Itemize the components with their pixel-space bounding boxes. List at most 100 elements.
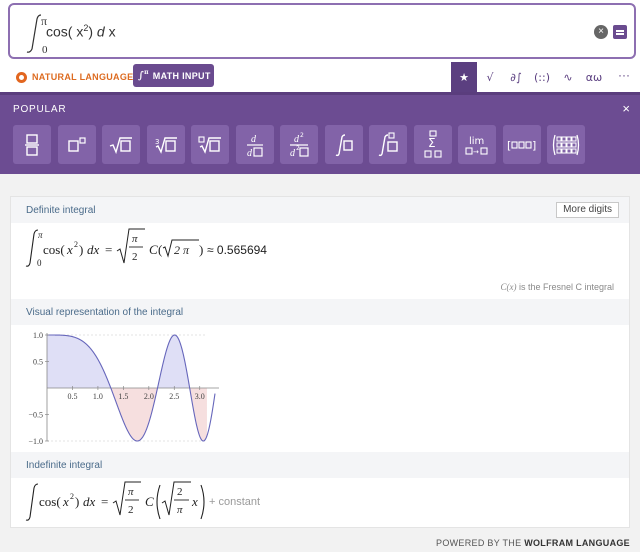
- x-tick-label-3: 2.0: [144, 392, 154, 401]
- y-tick-label-3: 1.0: [33, 331, 43, 340]
- expr-close: ): [88, 23, 94, 40]
- calculus-icon[interactable]: ∂∫: [503, 62, 529, 92]
- svg-text:lim: lim: [469, 136, 484, 147]
- keyboard-tabs: ★ √ ∂∫ (::) ∿ αω: [451, 62, 607, 92]
- limit-icon: lim→: [465, 136, 488, 156]
- def-var: x: [66, 242, 73, 257]
- fresnel-c: C(x): [500, 282, 517, 292]
- svg-text:d: d: [247, 148, 253, 158]
- indef-pi: π: [128, 486, 134, 498]
- svg-text:2: 2: [296, 145, 300, 152]
- sum-icon: Σ: [423, 129, 442, 158]
- derivative-icon: dd: [246, 134, 263, 158]
- clear-icon[interactable]: ×: [594, 25, 608, 39]
- positive-area-0: [47, 335, 111, 388]
- def-pi: π: [132, 233, 138, 245]
- math-input-icon: ∫π: [138, 69, 149, 82]
- svg-text:]: ]: [532, 139, 536, 152]
- indef-exp: 2: [70, 492, 74, 501]
- matrix-button[interactable]: [547, 125, 585, 164]
- algebra-icon[interactable]: √: [477, 62, 503, 92]
- definite-integral-button[interactable]: [369, 125, 407, 164]
- definite-integral-result: π 0 cos( x 2 ) dx = π 2 C ( 2 π ) ≈ 0.56…: [25, 228, 267, 268]
- svg-text:[: [: [507, 139, 511, 152]
- indef-dx: dx: [83, 494, 96, 509]
- indef-func: cos(: [39, 494, 61, 509]
- compute-button[interactable]: [613, 25, 627, 39]
- nth-root-button[interactable]: [191, 125, 229, 164]
- def-upper: π: [38, 230, 43, 240]
- power-button[interactable]: [57, 125, 96, 164]
- integral-button[interactable]: [324, 125, 363, 164]
- more-icon[interactable]: ···: [618, 68, 630, 82]
- list-button[interactable]: []: [502, 125, 541, 164]
- math-input-label: MATH INPUT: [152, 70, 211, 81]
- x-tick-label-1: 1.0: [93, 392, 103, 401]
- math-input-field[interactable]: π 0 cos( x2) d x ×: [8, 3, 636, 59]
- definite-integral-icon: [378, 131, 398, 156]
- natural-language-icon: [16, 71, 27, 83]
- limit-button[interactable]: lim →: [458, 125, 496, 164]
- y-tick-label-1: −0.5: [28, 411, 43, 420]
- indef-constant: + constant: [209, 496, 260, 508]
- integrand[interactable]: cos( x2) d x: [46, 23, 116, 40]
- popular-palette: POPULAR × 3 dd d2d2 Σ lim → []: [0, 92, 640, 174]
- indef-two: 2: [128, 504, 134, 516]
- visual-title: Visual representation of the integral: [26, 307, 184, 318]
- indef-var: x: [62, 494, 69, 509]
- svg-text:(: (: [158, 242, 162, 257]
- powered-brand[interactable]: WOLFRAM LANGUAGE: [524, 538, 630, 548]
- natural-language-button[interactable]: NATURAL LANGUAGE: [16, 66, 133, 88]
- x-tick-label-5: 3.0: [195, 392, 205, 401]
- sqrt-button[interactable]: [102, 125, 140, 164]
- indef-inner-pi: π: [177, 504, 183, 516]
- derivative-button[interactable]: dd: [235, 125, 274, 164]
- svg-text:→: →: [473, 148, 479, 156]
- close-icon[interactable]: ×: [622, 101, 630, 116]
- indefinite-pod-title: Indefinite integral: [11, 452, 629, 478]
- powered-prefix: POWERED BY THE: [436, 538, 525, 548]
- indefinite-integral-result: cos( x 2 ) dx = π 2 C 2 π x + constant: [25, 481, 260, 521]
- indef-inner-x: x: [191, 494, 198, 509]
- nth-root-icon: [198, 135, 221, 154]
- more-digits-button[interactable]: More digits: [556, 202, 619, 218]
- palette-buttons: 3 dd d2d2 Σ lim → []: [13, 125, 585, 164]
- expr-dx: x: [108, 23, 116, 40]
- svg-text:): ): [199, 242, 203, 257]
- visual-pod-title: Visual representation of the integral: [11, 299, 629, 325]
- y-tick-label-0: −1.0: [28, 437, 43, 446]
- def-approx: ≈ 0.565694: [207, 243, 267, 257]
- matrix-icon[interactable]: (::): [529, 62, 555, 92]
- favorites-icon[interactable]: ★: [451, 62, 477, 92]
- svg-text:2: 2: [300, 132, 304, 139]
- results-card: Definite integral More digits π 0 cos( x…: [10, 196, 630, 528]
- def-exp: 2: [74, 240, 78, 249]
- second-derivative-icon: d 2d 2: [290, 132, 309, 158]
- def-sqrt-content: 2 π: [174, 243, 190, 257]
- fraction-button[interactable]: [13, 125, 51, 164]
- math-input-button[interactable]: ∫π MATH INPUT: [133, 64, 214, 87]
- y-tick-label-2: 0.5: [33, 358, 43, 367]
- matrix-icon: [552, 134, 580, 155]
- functions-icon[interactable]: ∿: [555, 62, 581, 92]
- def-dx: dx: [87, 242, 100, 257]
- greek-icon[interactable]: αω: [581, 62, 607, 92]
- x-tick-label-2: 1.5: [118, 392, 128, 401]
- expr-func: cos(: [46, 23, 73, 40]
- indef-close: ): [75, 494, 79, 509]
- sum-button[interactable]: Σ: [413, 125, 452, 164]
- cube-root-button[interactable]: 3: [146, 125, 185, 164]
- powered-by-footer: POWERED BY THE WOLFRAM LANGUAGE: [436, 538, 630, 548]
- natural-language-label: NATURAL LANGUAGE: [32, 72, 134, 82]
- lower-limit[interactable]: 0: [42, 44, 48, 55]
- indefinite-title: Indefinite integral: [26, 460, 103, 471]
- second-derivative-button[interactable]: d2d2: [280, 125, 318, 164]
- fraction-icon: [25, 133, 39, 156]
- indef-inner-two: 2: [177, 486, 183, 498]
- svg-text:d: d: [251, 134, 257, 145]
- x-tick-label-0: 0.5: [67, 392, 77, 401]
- definite-integral-title: Definite integral: [26, 205, 96, 216]
- def-eq: =: [105, 242, 112, 257]
- integral-plot: 0.5 1.0 1.5 2.0 2.5 3.0 −1.0 −0.5 0.5 1.0: [28, 331, 219, 446]
- indef-c: C: [145, 494, 154, 509]
